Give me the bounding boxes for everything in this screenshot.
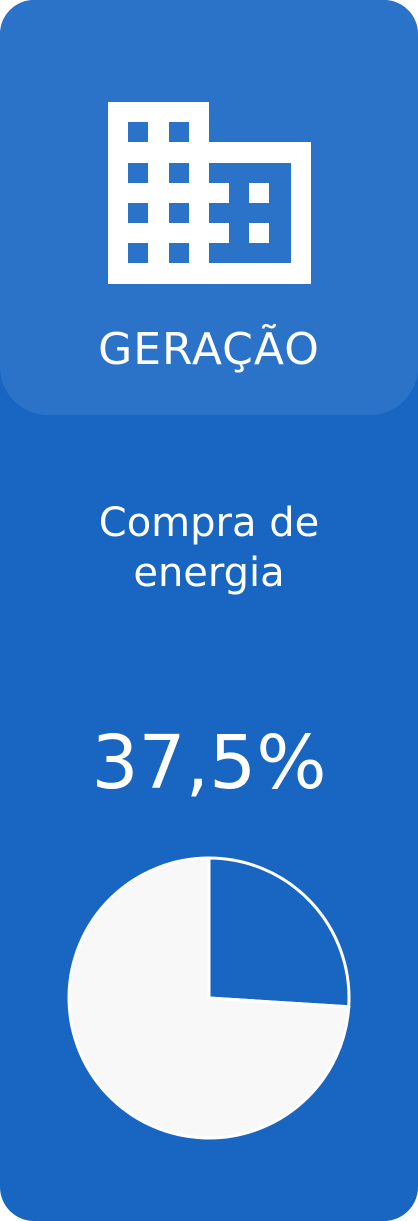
subtitle-line-1: Compra de	[98, 500, 320, 546]
energy-card: GERAÇÃO Compra de energia 37,5%	[0, 0, 418, 1221]
header-title: GERAÇÃO	[98, 324, 320, 375]
building-icon	[108, 102, 311, 284]
card-header: GERAÇÃO	[0, 0, 418, 415]
card-subtitle: Compra de energia	[0, 498, 418, 598]
percent-value: 37,5%	[91, 720, 327, 806]
subtitle-line-2: energia	[133, 550, 285, 596]
pie-slice-highlight	[207, 856, 351, 1009]
pie-chart	[67, 856, 351, 1140]
